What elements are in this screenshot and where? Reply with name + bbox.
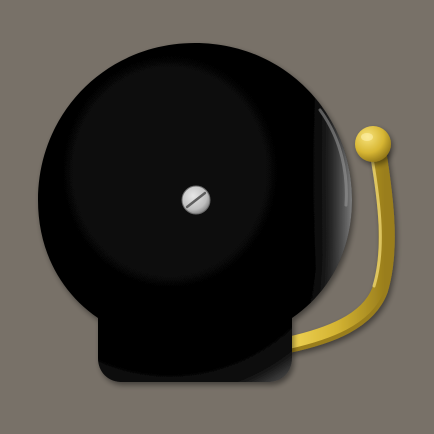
app-icon-canvas <box>0 0 434 434</box>
school-bell-icon <box>38 43 395 382</box>
striker-knob <box>355 126 391 162</box>
center-screw <box>181 185 211 215</box>
